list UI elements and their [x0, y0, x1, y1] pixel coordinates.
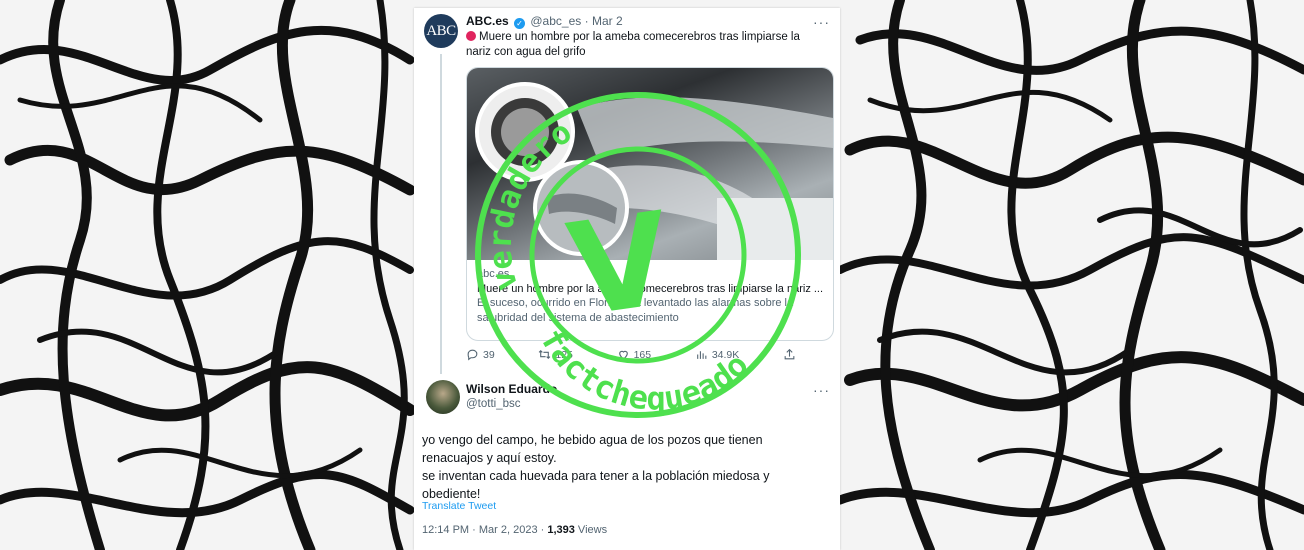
views-button[interactable]: 34.9K — [695, 348, 739, 361]
reply-meta: 12:14 PM · Mar 2, 2023 · 1,393 Views — [422, 524, 607, 536]
tweet-actions: 39 125 165 34.9K — [466, 348, 796, 361]
link-description: El suceso, ocurrido en Florida, ha levan… — [477, 297, 794, 324]
reply-timestamp[interactable]: 12:14 PM · Mar 2, 2023 · — [422, 524, 547, 536]
more-icon[interactable]: ··· — [813, 382, 830, 398]
like-count: 165 — [633, 348, 652, 361]
retweet-icon — [539, 349, 551, 360]
link-card-meta: abc.es Muere un hombre por la ameba come… — [477, 267, 827, 325]
thread-line — [440, 54, 442, 374]
verified-badge-icon: ✓ — [514, 18, 526, 29]
tweet-header: ABC.es ✓ @abc_es · Mar 2 — [466, 14, 623, 29]
tweet-date[interactable]: Mar 2 — [592, 14, 623, 28]
views-count: 34.9K — [711, 348, 740, 361]
reply-views-count: 1,393 — [547, 524, 575, 536]
retweet-button[interactable]: 125 — [538, 348, 573, 361]
reply-author-handle[interactable]: @totti_bsc — [466, 398, 521, 410]
reply-count: 39 — [483, 348, 495, 361]
link-card[interactable]: abc.es Muere un hombre por la ameba come… — [466, 67, 834, 341]
link-title[interactable]: Muere un hombre por la ameba comecerebro… — [477, 282, 827, 297]
tweet-text-content: Muere un hombre por la ameba comecerebro… — [466, 31, 800, 58]
tweet-text: Muere un hombre por la ameba comecerebro… — [466, 30, 826, 60]
more-icon[interactable]: ··· — [813, 14, 830, 30]
abc-avatar[interactable]: ABC — [424, 14, 458, 48]
retweet-count: 125 — [555, 348, 573, 361]
reply-author-name[interactable]: Wilson Eduardo — [466, 382, 557, 396]
link-domain: abc.es — [477, 268, 510, 280]
views-icon — [696, 351, 707, 359]
author-name[interactable]: ABC.es — [466, 14, 509, 28]
reply-text: yo vengo del campo, he bebido agua de lo… — [422, 431, 822, 503]
share-icon — [784, 348, 795, 360]
tweet-screenshot-card: ABC ABC.es ✓ @abc_es · Mar 2 ··· Muere u… — [414, 8, 840, 550]
translate-tweet-link[interactable]: Translate Tweet — [422, 500, 496, 512]
reply-text-line: yo vengo del campo, he bebido agua de lo… — [422, 433, 763, 465]
reply-text-line: se inventan cada huevada para tener a la… — [422, 469, 770, 501]
link-card-image — [467, 68, 833, 260]
reply-avatar[interactable] — [426, 380, 460, 414]
red-circle-icon — [466, 31, 476, 41]
like-button[interactable]: 165 — [617, 348, 652, 361]
author-handle[interactable]: @abc_es — [530, 14, 581, 28]
heart-icon — [618, 350, 628, 360]
reply-views-label: Views — [574, 524, 608, 536]
reply-icon — [467, 349, 478, 361]
separator-dot: · — [584, 14, 589, 28]
share-button[interactable] — [783, 348, 796, 361]
reply-button[interactable]: 39 — [466, 348, 495, 361]
